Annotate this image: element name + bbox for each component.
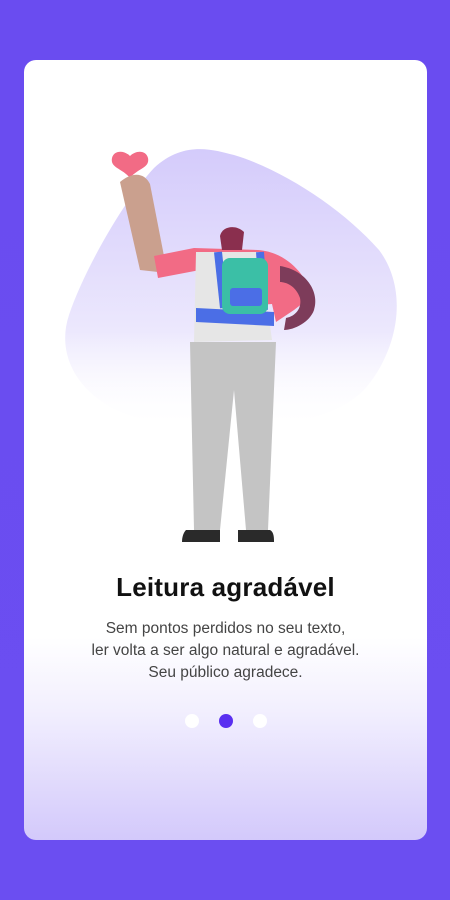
description-line: ler volta a ser algo natural e agradável… bbox=[91, 642, 360, 659]
description-text: Sem pontos perdidos no seu texto, ler vo… bbox=[54, 618, 397, 684]
page-title: Leitura agradável bbox=[116, 572, 335, 602]
onboarding-card: Leitura agradável Sem pontos perdidos no… bbox=[24, 60, 427, 840]
right-shoe bbox=[238, 530, 274, 542]
left-shoe bbox=[182, 530, 220, 542]
page-dot-1[interactable] bbox=[184, 714, 199, 728]
heart-icon bbox=[111, 151, 149, 178]
page-dot-3[interactable] bbox=[252, 714, 267, 728]
pants bbox=[190, 342, 276, 530]
description-line: Sem pontos perdidos no seu texto, bbox=[105, 620, 346, 637]
hair bbox=[220, 227, 244, 250]
page-dot-2-active[interactable] bbox=[218, 714, 233, 728]
description-line: Seu público agradece. bbox=[148, 664, 303, 681]
page-indicator bbox=[24, 714, 427, 728]
person-with-heart-illustration bbox=[65, 149, 397, 542]
